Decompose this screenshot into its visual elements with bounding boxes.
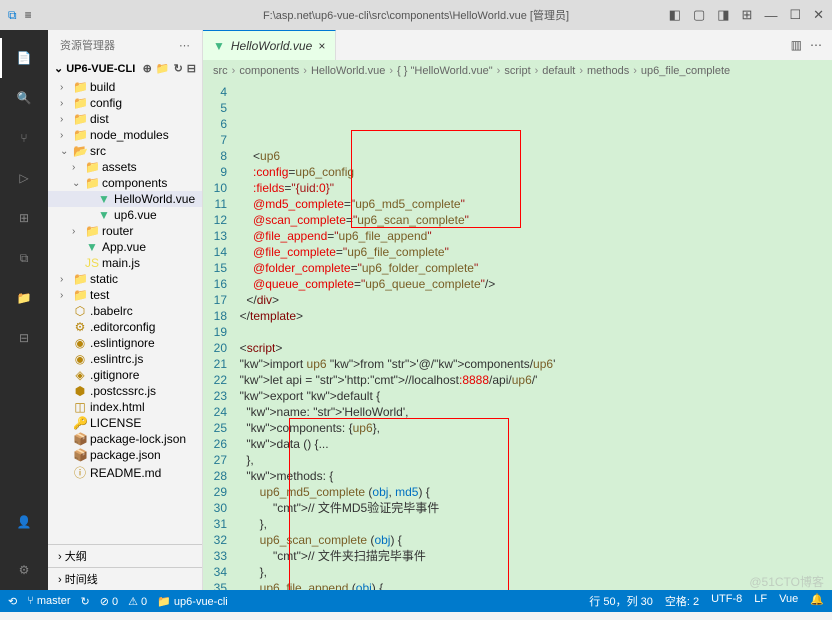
cursor-pos[interactable]: 行 50，列 30 [589, 593, 653, 609]
tree-item-dist[interactable]: ›📁dist [48, 111, 202, 127]
titlebar: ⧉ ≡ F:\asp.net\up6-vue-cli\src\component… [0, 0, 832, 30]
tree-item-assets[interactable]: ›📁assets [48, 159, 202, 175]
tree-item--babelrc[interactable]: ⬡.babelrc [48, 303, 202, 319]
tree-item--gitignore[interactable]: ◈.gitignore [48, 367, 202, 383]
layout-icon[interactable]: ⊞ [742, 7, 753, 23]
editor: ▼ HelloWorld.vue × ▥ ⋯ src›components›He… [203, 30, 832, 590]
layout-icon[interactable]: ◧ [669, 7, 681, 23]
explorer-icon[interactable]: 📄 [0, 38, 48, 78]
tab-helloworld[interactable]: ▼ HelloWorld.vue × [203, 30, 336, 60]
layout-icon[interactable]: ▢ [693, 7, 705, 23]
tree-item-router[interactable]: ›📁router [48, 223, 202, 239]
tree-item-package-lock-json[interactable]: 📦package-lock.json [48, 431, 202, 447]
warnings[interactable]: ⚠ 0 [128, 595, 147, 608]
sidebar: 资源管理器 ⋯ ⌄UP6-VUE-CLI ⊕ 📁 ↻ ⊟ ›📁build›📁co… [48, 30, 203, 590]
tree-item-LICENSE[interactable]: 🔑LICENSE [48, 415, 202, 431]
code-editor[interactable]: 4567891011121314151617181920212223242526… [203, 82, 832, 590]
account-icon[interactable]: 👤 [0, 502, 48, 542]
watermark: @51CTO博客 [749, 573, 824, 590]
maximize-icon[interactable]: ☐ [789, 7, 801, 23]
tree-item--eslintrc-js[interactable]: ◉.eslintrc.js [48, 351, 202, 367]
source-control-icon[interactable]: ⑂ [0, 118, 48, 158]
statusbar: ⟲ ⑂ master ↻ ⊘ 0 ⚠ 0 📁 up6-vue-cli 行 50，… [0, 590, 832, 612]
spaces[interactable]: 空格: 2 [665, 593, 699, 609]
debug-icon[interactable]: ▷ [0, 158, 48, 198]
more-icon[interactable]: ⋯ [810, 38, 822, 52]
tree-item-static[interactable]: ›📁static [48, 271, 202, 287]
tree-item-HelloWorld-vue[interactable]: ▼HelloWorld.vue [48, 191, 202, 207]
tree-item-README-md[interactable]: ⓘREADME.md [48, 463, 202, 482]
collapse-icon[interactable]: ⊟ [187, 62, 196, 75]
settings-icon[interactable]: ⚙ [0, 550, 48, 590]
refresh-icon[interactable]: ↻ [174, 62, 183, 75]
tree-item-build[interactable]: ›📁build [48, 79, 202, 95]
encoding[interactable]: UTF-8 [711, 593, 742, 609]
remote-icon[interactable]: ⧉ [0, 238, 48, 278]
minimize-icon[interactable]: — [764, 8, 777, 23]
activity-bar: 📄 🔍 ⑂ ▷ ⊞ ⧉ 📁 ⊟ 👤 ⚙ [0, 30, 48, 590]
tree-item-App-vue[interactable]: ▼App.vue [48, 239, 202, 255]
outline-section[interactable]: › 大纲 [48, 544, 202, 567]
tree-item--editorconfig[interactable]: ⚙.editorconfig [48, 319, 202, 335]
explorer-title: 资源管理器 [60, 37, 115, 53]
tree-item-package-json[interactable]: 📦package.json [48, 447, 202, 463]
tab-close-icon[interactable]: × [318, 39, 325, 53]
tree-item-src[interactable]: ⌄📂src [48, 143, 202, 159]
split-icon[interactable]: ▥ [791, 38, 802, 52]
remote-indicator[interactable]: ⟲ [8, 595, 17, 608]
tree-item-config[interactable]: ›📁config [48, 95, 202, 111]
more-icon[interactable]: ⋯ [179, 39, 190, 52]
eol[interactable]: LF [754, 593, 767, 609]
tree-item-index-html[interactable]: ◫index.html [48, 399, 202, 415]
layout-icon[interactable]: ◨ [717, 7, 729, 23]
breadcrumb[interactable]: src›components›HelloWorld.vue›{ } "Hello… [203, 60, 832, 82]
menu-icon[interactable]: ≡ [25, 8, 32, 22]
search-icon[interactable]: 🔍 [0, 78, 48, 118]
git-branch[interactable]: ⑂ master [27, 595, 70, 607]
file-tree: ›📁build›📁config›📁dist›📁node_modules⌄📂src… [48, 77, 202, 544]
extensions-icon[interactable]: ⊞ [0, 198, 48, 238]
new-file-icon[interactable]: ⊕ [143, 62, 152, 75]
errors[interactable]: ⊘ 0 [100, 595, 118, 608]
folder-icon[interactable]: 📁 [0, 278, 48, 318]
project-section[interactable]: ⌄UP6-VUE-CLI ⊕ 📁 ↻ ⊟ [48, 60, 202, 77]
tabbar: ▼ HelloWorld.vue × ▥ ⋯ [203, 30, 832, 60]
tree-item-main-js[interactable]: JSmain.js [48, 255, 202, 271]
vscode-icon: ⧉ [8, 8, 17, 23]
bell-icon[interactable]: 🔔 [810, 593, 824, 609]
tree-item-node_modules[interactable]: ›📁node_modules [48, 127, 202, 143]
folder-status[interactable]: 📁 up6-vue-cli [157, 595, 228, 608]
tree-item-up6-vue[interactable]: ▼up6.vue [48, 207, 202, 223]
db-icon[interactable]: ⊟ [0, 318, 48, 358]
tree-item--eslintignore[interactable]: ◉.eslintignore [48, 335, 202, 351]
language[interactable]: Vue [779, 593, 798, 609]
vue-icon: ▼ [213, 39, 225, 53]
window-title: F:\asp.net\up6-vue-cli\src\components\He… [263, 7, 569, 23]
sync-icon[interactable]: ↻ [81, 595, 90, 608]
tree-item--postcssrc-js[interactable]: ⬢.postcssrc.js [48, 383, 202, 399]
close-icon[interactable]: ✕ [813, 7, 824, 23]
tree-item-components[interactable]: ⌄📁components [48, 175, 202, 191]
new-folder-icon[interactable]: 📁 [156, 62, 170, 75]
tree-item-test[interactable]: ›📁test [48, 287, 202, 303]
timeline-section[interactable]: › 时间线 [48, 567, 202, 590]
